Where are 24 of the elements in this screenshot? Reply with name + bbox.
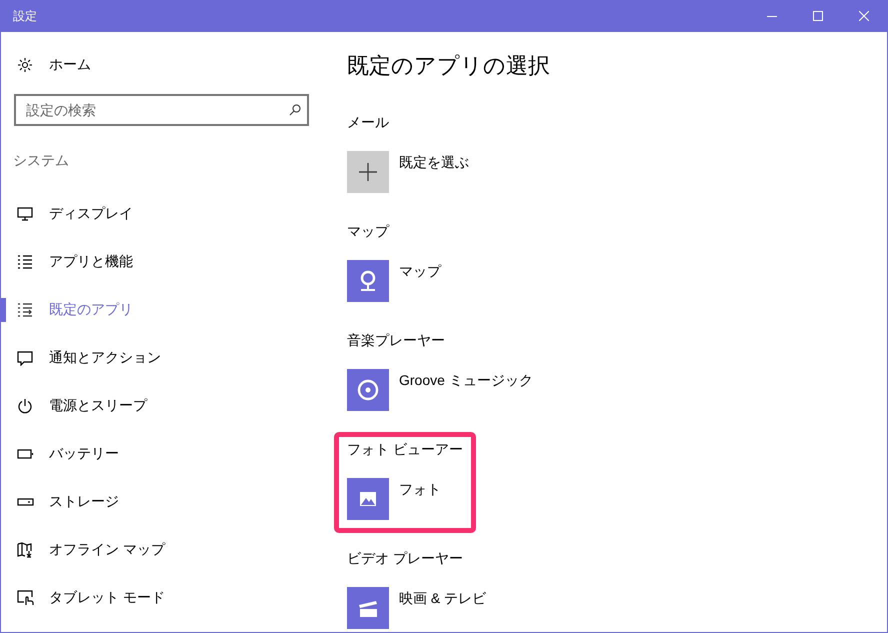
nav-item[interactable]: 既定のアプリ (1, 298, 321, 322)
default-app-button[interactable]: マップ (347, 260, 441, 302)
category-label: マップ (347, 222, 389, 241)
default-app-button[interactable]: Groove ミュージック (347, 369, 533, 411)
nav-item[interactable]: バッテリー (1, 442, 321, 466)
page-heading: 既定のアプリの選択 (347, 52, 550, 80)
nav-item[interactable]: タブレット モード (1, 586, 321, 610)
category-label: フォト ビューアー (347, 440, 463, 459)
group-heading: システム (13, 151, 69, 170)
nav-item[interactable]: 電源とスリープ (1, 394, 321, 418)
search-field[interactable]: 設定の検索 (14, 94, 309, 126)
window-title: 設定 (13, 8, 38, 24)
default-app-button[interactable]: 既定を選ぶ (347, 151, 469, 193)
category-label: 音楽プレーヤー (347, 331, 445, 350)
nav-item[interactable]: ストレージ (1, 490, 321, 514)
home-item[interactable]: ホーム (1, 56, 321, 74)
nav-item[interactable]: オフライン マップ (1, 538, 321, 562)
nav-item[interactable]: ディスプレイ (1, 202, 321, 226)
category-label: ビデオ プレーヤー (347, 549, 463, 568)
default-app-button[interactable]: フォト (347, 478, 441, 520)
default-app-button[interactable]: 映画 & テレビ (347, 587, 486, 629)
nav-item[interactable]: アプリと機能 (1, 250, 321, 274)
category-label: メール (347, 113, 389, 132)
nav-item[interactable]: 通知とアクション (1, 346, 321, 370)
